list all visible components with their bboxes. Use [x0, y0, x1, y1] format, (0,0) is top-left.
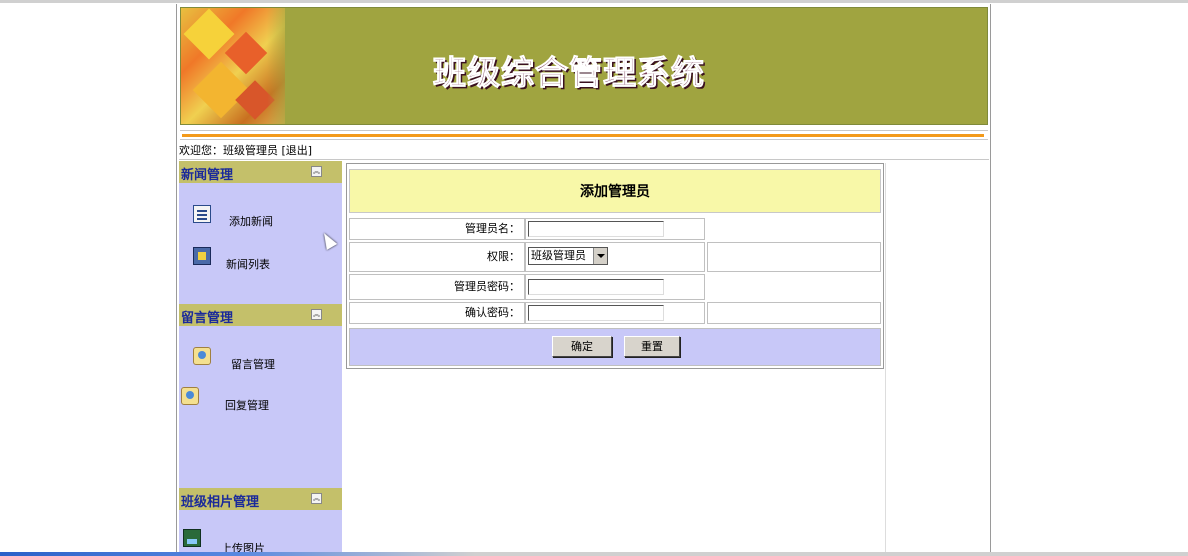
role-select-value: 班级管理员 [531, 249, 586, 262]
confirm-password-input[interactable] [528, 305, 664, 321]
role-select[interactable]: 班级管理员 [528, 247, 608, 265]
collapse-icon[interactable]: ︽ [311, 309, 322, 320]
list-icon [193, 247, 211, 265]
add-admin-form: 添加管理员 管理员名： 权限： 班级管理员 管理员密码： 确认密码： 确定 重置 [346, 163, 884, 369]
form-row-username: 管理员名： [349, 218, 881, 240]
field-cell [525, 274, 705, 300]
accent-divider [180, 130, 988, 140]
sidebar-item-reply-manage[interactable]: 回复管理 [179, 385, 342, 415]
sidebar-item-news-list[interactable]: 新闻列表 [179, 245, 342, 275]
welcome-bar: 欢迎您：班级管理员 [退出] [179, 141, 989, 160]
field-label: 管理员密码： [349, 274, 525, 300]
welcome-text: 欢迎您：班级管理员 [179, 144, 278, 157]
picture-icon [183, 529, 201, 547]
leaf-shape [224, 31, 268, 75]
form-row-password: 管理员密码： [349, 274, 881, 300]
sidebar-item-label: 添加新闻 [229, 215, 273, 228]
field-label: 确认密码： [349, 302, 525, 324]
system-title: 班级综合管理系统 [433, 53, 705, 93]
section-label: 新闻管理 [181, 168, 234, 183]
field-cell: 班级管理员 [525, 242, 705, 272]
sidebar-item-label: 回复管理 [225, 399, 269, 412]
taskbar-strip [0, 552, 1188, 556]
collapse-icon[interactable]: ︽ [311, 493, 322, 504]
form-button-row: 确定 重置 [349, 328, 881, 366]
header-banner: 班级综合管理系统 [180, 7, 988, 125]
sidebar-item-label: 留言管理 [231, 358, 275, 371]
right-blank-area [885, 163, 988, 556]
sidebar: 新闻管理 ︽ 添加新闻 新闻列表 留言管理 ︽ 留言管理 回复管理 班级相片管理… [179, 161, 342, 556]
banner-fade [267, 8, 297, 124]
window-top-border [0, 0, 1188, 3]
username-input[interactable] [528, 221, 664, 237]
form-row-role: 权限： 班级管理员 [349, 242, 881, 272]
submit-button[interactable]: 确定 [552, 336, 612, 357]
message-icon [193, 347, 211, 365]
password-input[interactable] [528, 279, 664, 295]
collapse-icon[interactable]: ︽ [311, 166, 322, 177]
leaf-shape [192, 61, 250, 119]
logout-link[interactable]: [退出] [282, 144, 313, 157]
reply-icon [181, 387, 199, 405]
form-title: 添加管理员 [349, 169, 881, 213]
sidebar-section-photos[interactable]: 班级相片管理 ︽ [179, 488, 342, 510]
reset-button[interactable]: 重置 [624, 336, 680, 357]
sidebar-item-label: 新闻列表 [226, 258, 270, 271]
field-extra-cell [707, 302, 881, 324]
section-label: 留言管理 [181, 311, 234, 326]
field-label: 权限： [349, 242, 525, 272]
sidebar-section-messages[interactable]: 留言管理 ︽ [179, 304, 342, 326]
sidebar-item-message-manage[interactable]: 留言管理 [179, 343, 342, 373]
field-cell [525, 302, 705, 324]
accent-line [182, 134, 984, 137]
chevron-down-icon[interactable] [593, 248, 607, 264]
sidebar-item-add-news[interactable]: 添加新闻 [179, 201, 342, 231]
field-cell [525, 218, 705, 240]
field-extra-cell [707, 242, 881, 272]
page-frame: 班级综合管理系统 欢迎您：班级管理员 [退出] 新闻管理 ︽ 添加新闻 新闻列表… [176, 4, 991, 556]
document-icon [193, 205, 211, 223]
field-label: 管理员名： [349, 218, 525, 240]
sidebar-section-news[interactable]: 新闻管理 ︽ [179, 161, 342, 183]
form-row-confirm: 确认密码： [349, 302, 881, 324]
section-label: 班级相片管理 [181, 495, 260, 510]
